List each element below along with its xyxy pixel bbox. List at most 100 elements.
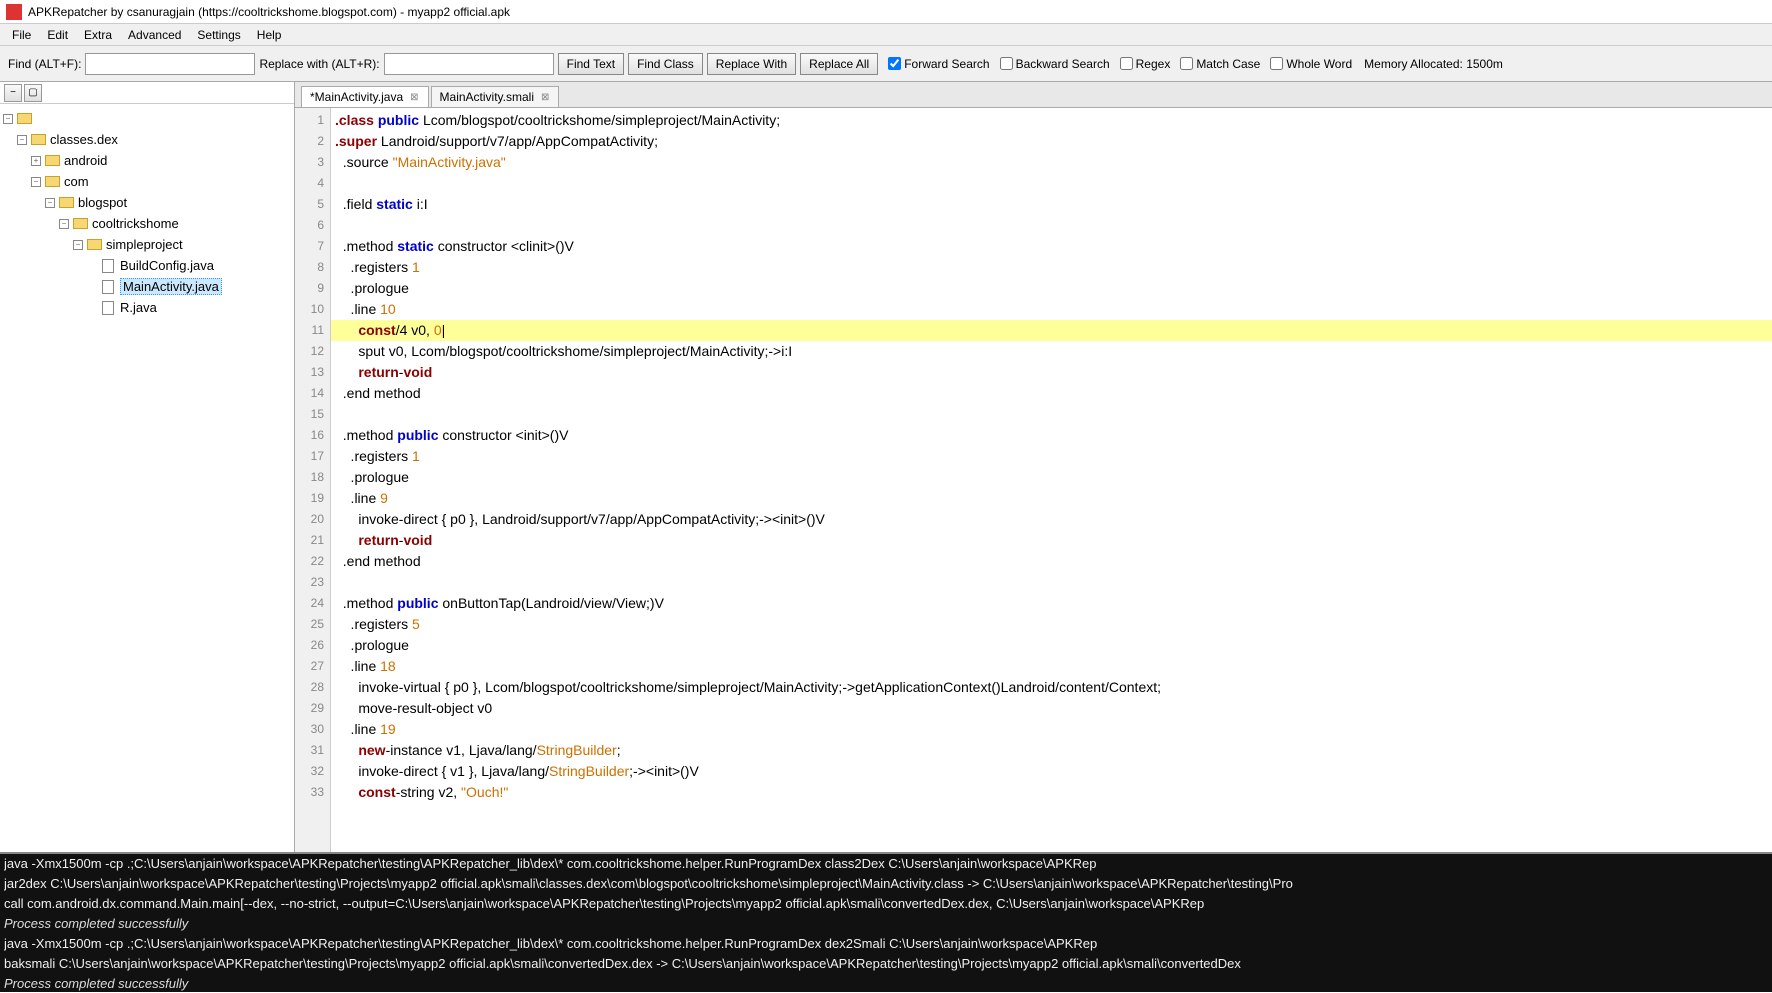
line-number: 30 (295, 719, 330, 740)
tab-mainactivity-java[interactable]: *MainActivity.java ⊠ (301, 86, 429, 107)
replace-input[interactable] (384, 53, 554, 75)
menu-advanced[interactable]: Advanced (120, 26, 189, 44)
code-content[interactable]: .class public Lcom/blogspot/cooltricksho… (331, 108, 1772, 852)
code-line[interactable]: .line 18 (331, 656, 1772, 677)
console-line: java -Xmx1500m -cp .;C:\Users\anjain\wor… (4, 854, 1768, 874)
expand-all-button[interactable]: ▢ (24, 84, 42, 102)
file-tree: −−classes.dex+android−com−blogspot−coolt… (0, 104, 294, 322)
line-number: 1 (295, 110, 330, 131)
menu-help[interactable]: Help (249, 26, 290, 44)
code-line[interactable]: .method public onButtonTap(Landroid/view… (331, 593, 1772, 614)
code-line[interactable]: sput v0, Lcom/blogspot/cooltrickshome/si… (331, 341, 1772, 362)
code-line[interactable]: .method static constructor <clinit>()V (331, 236, 1772, 257)
menu-settings[interactable]: Settings (189, 26, 248, 44)
tree-folder[interactable]: + android (2, 150, 292, 171)
code-line[interactable]: .registers 1 (331, 257, 1772, 278)
console-line: Process completed successfully (4, 974, 1768, 992)
tree-file[interactable]: R.java (2, 297, 292, 318)
tree-toggle-icon[interactable]: − (72, 239, 84, 251)
replace-with-button[interactable]: Replace With (707, 53, 796, 75)
code-line[interactable]: .registers 5 (331, 614, 1772, 635)
code-line[interactable]: move-result-object v0 (331, 698, 1772, 719)
line-gutter: 1234567891011121314151617181920212223242… (295, 108, 331, 852)
tree-toggle-icon[interactable]: − (2, 113, 14, 125)
line-number: 4 (295, 173, 330, 194)
tree-toggle-icon[interactable]: − (30, 176, 42, 188)
code-line[interactable] (331, 215, 1772, 236)
code-line[interactable]: .method public constructor <init>()V (331, 425, 1772, 446)
line-number: 22 (295, 551, 330, 572)
tree-toggle-icon[interactable]: + (30, 155, 42, 167)
code-line[interactable]: new-instance v1, Ljava/lang/StringBuilde… (331, 740, 1772, 761)
code-line[interactable]: .prologue (331, 278, 1772, 299)
find-label: Find (ALT+F): (8, 57, 81, 71)
menu-extra[interactable]: Extra (76, 26, 120, 44)
console-line: jar2dex C:\Users\anjain\workspace\APKRep… (4, 874, 1768, 894)
code-line[interactable]: .prologue (331, 467, 1772, 488)
tree-file[interactable]: BuildConfig.java (2, 255, 292, 276)
tree-folder[interactable]: −com (2, 171, 292, 192)
tree-folder[interactable]: − blogspot (2, 192, 292, 213)
find-class-button[interactable]: Find Class (628, 53, 703, 75)
code-line[interactable]: .field static i:I (331, 194, 1772, 215)
tree-toggle-icon[interactable]: − (16, 134, 28, 146)
code-line[interactable]: .end method (331, 383, 1772, 404)
code-line[interactable]: .end method (331, 551, 1772, 572)
code-line[interactable] (331, 404, 1772, 425)
code-line[interactable]: .line 9 (331, 488, 1772, 509)
tree-toggle-icon[interactable]: − (58, 218, 70, 230)
folder-icon (44, 175, 60, 188)
tree-label: blogspot (78, 195, 127, 210)
code-line[interactable]: invoke-direct { v1 }, Ljava/lang/StringB… (331, 761, 1772, 782)
tree-folder[interactable]: −simpleproject (2, 234, 292, 255)
code-line[interactable]: const-string v2, "Ouch!" (331, 782, 1772, 803)
tree-file[interactable]: MainActivity.java (2, 276, 292, 297)
replace-all-button[interactable]: Replace All (800, 53, 878, 75)
backward-search-checkbox[interactable]: Backward Search (1000, 57, 1110, 71)
code-editor[interactable]: 1234567891011121314151617181920212223242… (295, 108, 1772, 852)
code-line[interactable] (331, 173, 1772, 194)
code-line[interactable]: .super Landroid/support/v7/app/AppCompat… (331, 131, 1772, 152)
tree-toggle-icon (86, 302, 98, 314)
code-line[interactable]: .class public Lcom/blogspot/cooltricksho… (331, 110, 1772, 131)
code-line[interactable]: const/4 v0, 0| (331, 320, 1772, 341)
code-line[interactable]: invoke-virtual { p0 }, Lcom/blogspot/coo… (331, 677, 1772, 698)
tree-toggle-icon (86, 260, 98, 272)
line-number: 12 (295, 341, 330, 362)
match-case-checkbox[interactable]: Match Case (1180, 57, 1260, 71)
sidebar-toolbar: − ▢ (0, 82, 294, 104)
code-line[interactable]: .source "MainActivity.java" (331, 152, 1772, 173)
menu-file[interactable]: File (4, 26, 39, 44)
code-line[interactable]: .line 10 (331, 299, 1772, 320)
collapse-all-button[interactable]: − (4, 84, 22, 102)
code-line[interactable]: invoke-direct { p0 }, Landroid/support/v… (331, 509, 1772, 530)
close-icon[interactable]: ⊠ (407, 91, 421, 104)
line-number: 21 (295, 530, 330, 551)
find-text-button[interactable]: Find Text (558, 53, 624, 75)
tree-folder[interactable]: −classes.dex (2, 129, 292, 150)
tab-mainactivity-smali[interactable]: MainActivity.smali ⊠ (431, 86, 560, 107)
forward-search-checkbox[interactable]: Forward Search (888, 57, 989, 71)
menu-edit[interactable]: Edit (39, 26, 76, 44)
line-number: 20 (295, 509, 330, 530)
code-line[interactable]: .line 19 (331, 719, 1772, 740)
line-number: 25 (295, 614, 330, 635)
tree-label: BuildConfig.java (120, 258, 214, 273)
code-line[interactable]: .registers 1 (331, 446, 1772, 467)
menubar: File Edit Extra Advanced Settings Help (0, 24, 1772, 46)
tree-label: android (64, 153, 107, 168)
code-line[interactable]: return-void (331, 530, 1772, 551)
whole-word-checkbox[interactable]: Whole Word (1270, 57, 1352, 71)
line-number: 18 (295, 467, 330, 488)
line-number: 19 (295, 488, 330, 509)
tree-folder[interactable]: − cooltrickshome (2, 213, 292, 234)
code-line[interactable]: return-void (331, 362, 1772, 383)
tree-folder[interactable]: − (2, 108, 292, 129)
code-line[interactable]: .prologue (331, 635, 1772, 656)
tree-toggle-icon[interactable]: − (44, 197, 56, 209)
code-line[interactable] (331, 572, 1772, 593)
find-input[interactable] (85, 53, 255, 75)
close-icon[interactable]: ⊠ (538, 91, 552, 104)
regex-checkbox[interactable]: Regex (1120, 57, 1171, 71)
tree-label: cooltrickshome (92, 216, 179, 231)
